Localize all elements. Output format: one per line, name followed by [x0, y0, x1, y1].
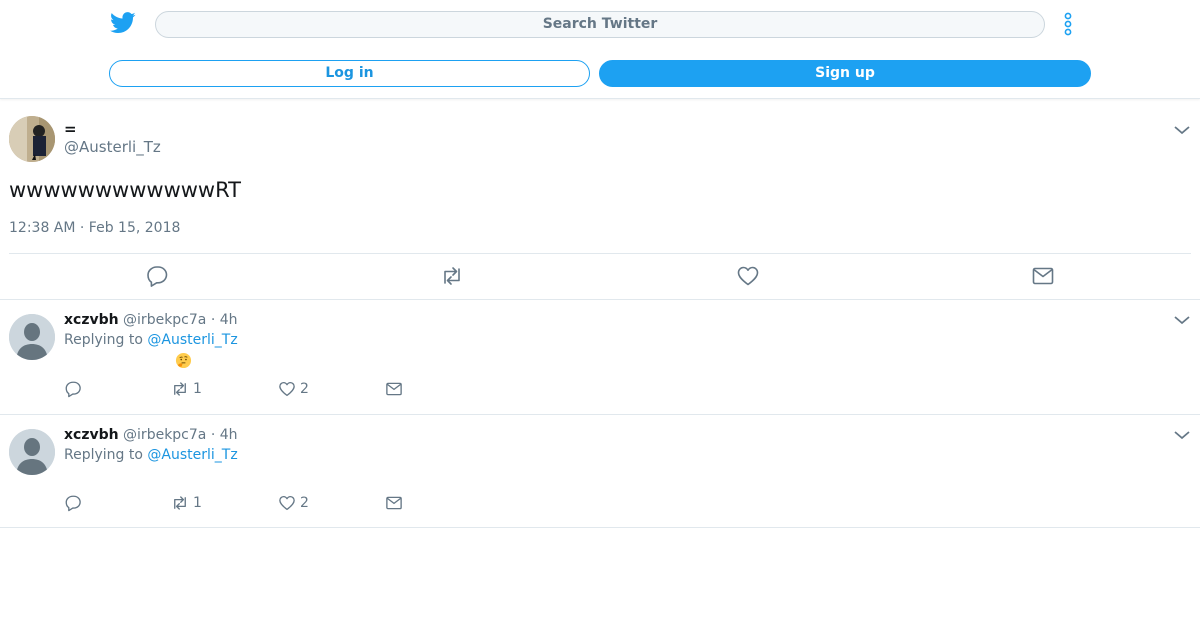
twitter-bird-icon[interactable] [110, 11, 136, 35]
reply-button[interactable] [64, 493, 82, 513]
separator-dot: · [210, 427, 216, 443]
signup-button[interactable]: Sign up [599, 60, 1091, 87]
chevron-down-icon[interactable] [1174, 314, 1190, 326]
like-icon [279, 495, 295, 511]
author-handle[interactable]: @Austerli_Tz [64, 138, 161, 156]
reply-tweet[interactable]: xczvbh @irbekpc7a · 4h Replying to @Aust… [0, 300, 1200, 415]
profile-photo [9, 116, 55, 162]
tweet-timestamp[interactable]: 12:38 AM · Feb 15, 2018 [9, 220, 180, 236]
replying-to: Replying to @Austerli_Tz [64, 332, 238, 348]
tweet-text: wwwwwwwwwwwwRT [9, 178, 241, 202]
top-header: Search Twitter Log in Sign up [0, 0, 1200, 99]
share-icon[interactable] [1031, 264, 1055, 288]
replying-to-link[interactable]: @Austerli_Tz [147, 332, 237, 348]
retweet-count: 1 [193, 495, 202, 511]
reply-author-handle[interactable]: @irbekpc7a [123, 427, 206, 443]
reply-icon [65, 381, 81, 398]
default-avatar-icon [9, 429, 55, 475]
reply-button[interactable] [64, 379, 82, 399]
divider [9, 253, 1191, 254]
like-icon [279, 381, 295, 397]
avatar[interactable] [9, 116, 55, 162]
like-button[interactable]: 2 [278, 379, 309, 399]
separator-dot: · [210, 312, 216, 328]
reply-icon[interactable] [145, 264, 169, 288]
reply-icon [65, 495, 81, 512]
share-button[interactable] [385, 379, 403, 399]
replying-to-label: Replying to [64, 447, 143, 463]
reply-time[interactable]: 4h [220, 312, 238, 328]
main-tweet: = @Austerli_Tz wwwwwwwwwwwwRT 12:38 AM ·… [0, 100, 1200, 300]
avatar[interactable] [9, 314, 55, 360]
author-name[interactable]: = [64, 120, 77, 138]
reply-tweet[interactable]: xczvbh @irbekpc7a · 4h Replying to @Aust… [0, 415, 1200, 528]
more-options-icon[interactable] [1058, 12, 1078, 38]
retweet-button[interactable]: 1 [171, 493, 202, 513]
reply-header: xczvbh @irbekpc7a · 4h [64, 312, 238, 328]
like-button[interactable]: 2 [278, 493, 309, 513]
reply-author-name[interactable]: xczvbh [64, 427, 119, 443]
default-avatar-icon [9, 314, 55, 360]
reply-author-handle[interactable]: @irbekpc7a [123, 312, 206, 328]
replying-to-link[interactable]: @Austerli_Tz [147, 447, 237, 463]
chevron-down-icon[interactable] [1174, 429, 1190, 441]
avatar[interactable] [9, 429, 55, 475]
like-count: 2 [300, 495, 309, 511]
retweet-icon[interactable] [440, 264, 464, 288]
reply-header: xczvbh @irbekpc7a · 4h [64, 427, 238, 443]
reply-time[interactable]: 4h [220, 427, 238, 443]
retweet-icon [174, 496, 186, 510]
share-icon [386, 382, 402, 396]
retweet-icon [174, 382, 186, 396]
login-button[interactable]: Log in [109, 60, 590, 87]
thinking-face-emoji [175, 352, 192, 369]
like-icon[interactable] [736, 264, 760, 288]
retweet-count: 1 [193, 381, 202, 397]
search-input[interactable]: Search Twitter [155, 11, 1045, 38]
retweet-button[interactable]: 1 [171, 379, 202, 399]
like-count: 2 [300, 381, 309, 397]
replying-to-label: Replying to [64, 332, 143, 348]
share-icon [386, 496, 402, 510]
chevron-down-icon[interactable] [1174, 124, 1190, 136]
replying-to: Replying to @Austerli_Tz [64, 447, 238, 463]
share-button[interactable] [385, 493, 403, 513]
reply-author-name[interactable]: xczvbh [64, 312, 119, 328]
